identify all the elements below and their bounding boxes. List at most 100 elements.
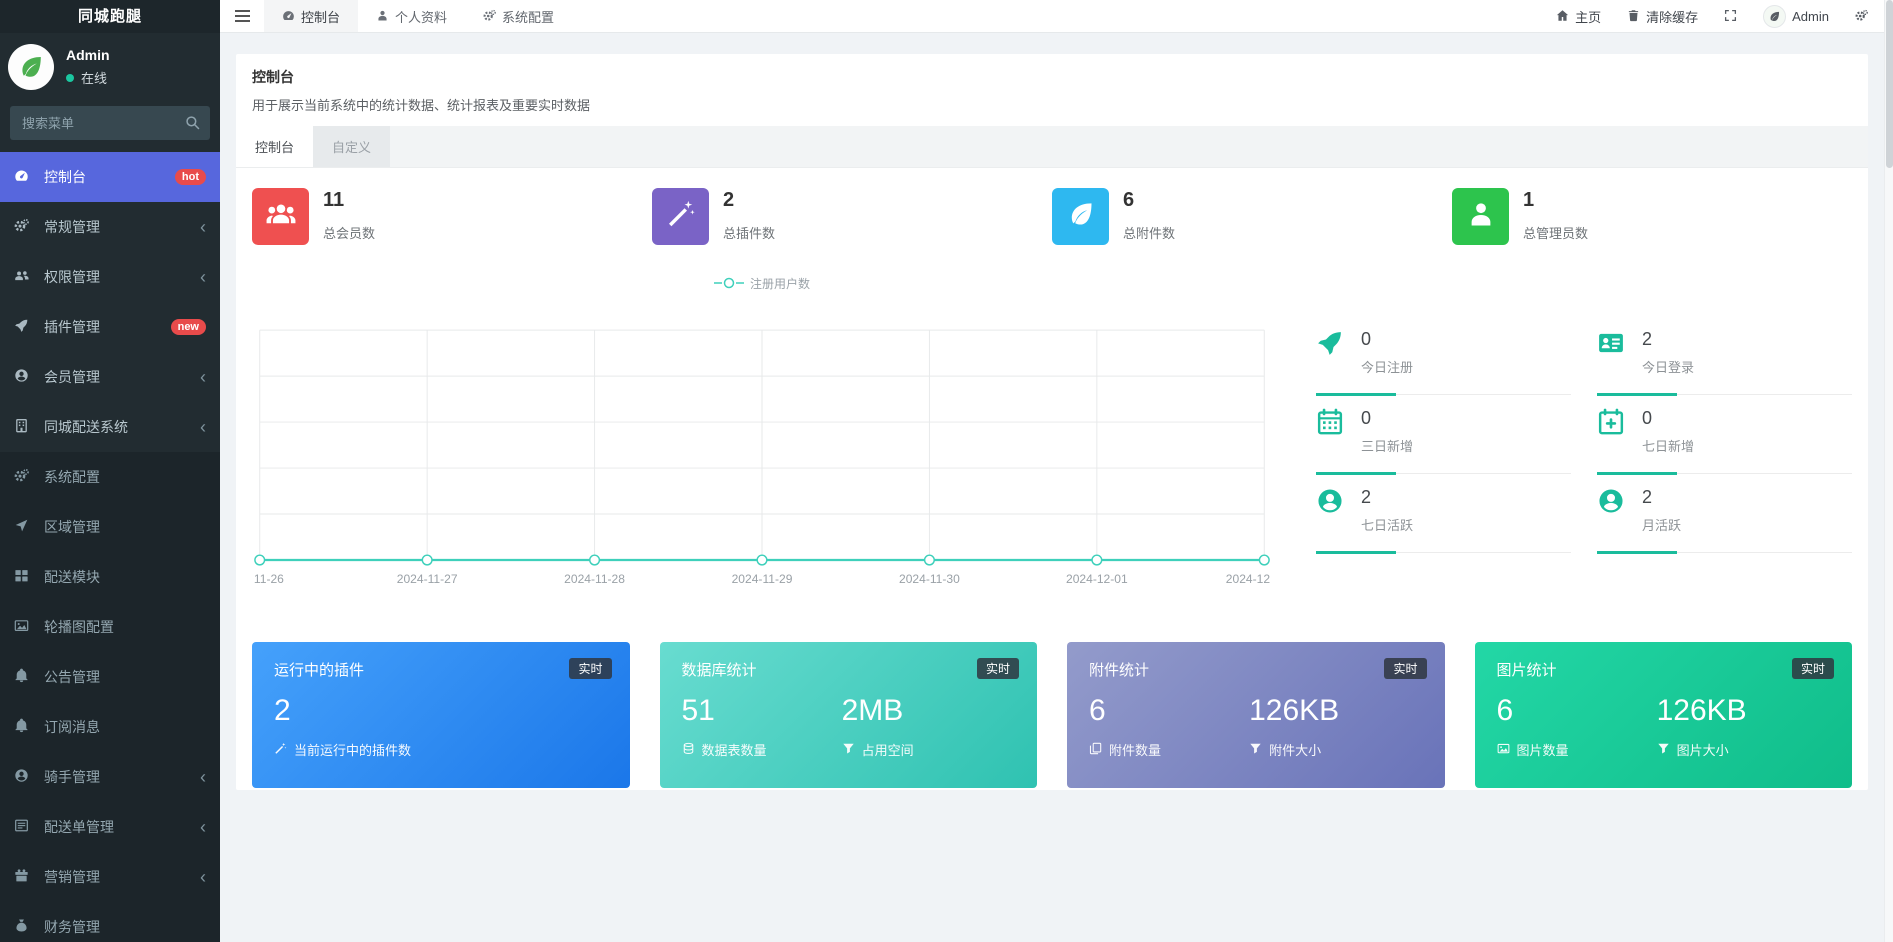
- panel-tabbar: 控制台 自定义: [236, 126, 1868, 168]
- topnav-sysconfig[interactable]: 系统配置: [465, 0, 572, 32]
- sidebar-item-10[interactable]: 公告管理: [0, 652, 220, 702]
- sidebar-item-label: 权限管理: [44, 269, 100, 285]
- mini-col-0: 0 今日注册 0 三日新增 2 七日活跃: [1316, 316, 1571, 602]
- card-footer: 当前运行中的插件数: [274, 740, 434, 759]
- sidebar-item-14[interactable]: 营销管理 ‹: [0, 852, 220, 902]
- sidebar-item-15[interactable]: 财务管理: [0, 902, 220, 942]
- sidebar-item-label: 配送模块: [44, 569, 100, 585]
- stat-icon-box: [1052, 188, 1109, 245]
- filter-icon: [1657, 742, 1670, 757]
- gears-icon: [483, 9, 496, 24]
- sidebar-item-7[interactable]: 区域管理: [0, 502, 220, 552]
- user-status: 在线: [66, 68, 110, 87]
- summary-card-0[interactable]: 运行中的插件 实时 2 当前运行中的插件数: [252, 642, 630, 788]
- grid-icon: [14, 568, 38, 585]
- mini-label: 七日活跃: [1361, 518, 1414, 533]
- bell-icon: [14, 718, 38, 735]
- chart-plot-area: 11-26 2024-11-27 2024-11-28 2024-11-29 2024-…: [252, 292, 1272, 602]
- sidebar-item-label: 系统配置: [44, 469, 100, 485]
- card-footer-label: 当前运行中的插件数: [294, 742, 412, 758]
- expand-icon: [1724, 9, 1737, 24]
- mini-value: 2: [1642, 329, 1653, 349]
- sidebar: 同城跑腿 Admin 在线 控制台 hot 常规管理 ‹ 权限管理 ‹ 插件管理 new 会员管…: [0, 0, 220, 942]
- card-footer: 占用空间: [842, 740, 1002, 759]
- sidebar-item-label: 订阅消息: [44, 719, 100, 735]
- settings-button[interactable]: [1842, 0, 1881, 32]
- topnav-profile-label: 个人资料: [395, 9, 448, 25]
- search-icon[interactable]: [185, 115, 200, 132]
- topnav-profile[interactable]: 个人资料: [358, 0, 465, 32]
- card-footer: 附件大小: [1249, 740, 1409, 759]
- sidebar-item-3[interactable]: 插件管理 new: [0, 302, 220, 352]
- user-avatar: [8, 44, 54, 90]
- card-metric: 126KB 图片大小: [1657, 694, 1817, 759]
- summary-card-3[interactable]: 图片统计 实时 6 图片数量 126KB 图片大小: [1474, 642, 1852, 788]
- sidebar-item-1[interactable]: 常规管理 ‹: [0, 202, 220, 252]
- chevron-left-icon: ‹: [200, 817, 206, 837]
- summary-card-1[interactable]: 数据库统计 实时 51 数据表数量 2MB 占用空间: [659, 642, 1037, 788]
- card-value: 6: [1089, 694, 1106, 727]
- gauge-icon: [282, 9, 295, 24]
- sidebar-item-label: 会员管理: [44, 369, 100, 385]
- mini-value: 2: [1361, 487, 1372, 507]
- sidebar-item-label: 配送单管理: [44, 819, 114, 835]
- scrollbar[interactable]: [1884, 0, 1893, 942]
- scrollbar-thumb[interactable]: [1886, 0, 1893, 168]
- sidebar-item-11[interactable]: 订阅消息: [0, 702, 220, 752]
- mini-text: 2 月活跃: [1642, 487, 1681, 552]
- topnav-sysconfig-label: 系统配置: [502, 9, 555, 25]
- sidebar-item-4[interactable]: 会员管理 ‹: [0, 352, 220, 402]
- sidebar-item-label: 同城配送系统: [44, 419, 128, 435]
- sidebar-item-2[interactable]: 权限管理 ‹: [0, 252, 220, 302]
- summary-card-2[interactable]: 附件统计 实时 6 附件数量 126KB 附件大小: [1067, 642, 1445, 788]
- stat-text: 2 总插件数: [723, 188, 775, 242]
- bell-icon: [14, 668, 38, 685]
- realtime-badge: 实时: [1384, 658, 1427, 679]
- gear-icon: [1855, 9, 1868, 24]
- stat-label: 总附件数: [1123, 226, 1176, 241]
- users-group-icon: [266, 199, 296, 233]
- home-label: 主页: [1575, 9, 1602, 25]
- stat-text: 6 总附件数: [1123, 188, 1175, 242]
- sidebar-search: [10, 106, 210, 140]
- stat-text: 11 总会员数: [323, 188, 375, 242]
- chart-legend[interactable]: 注册用户数: [252, 274, 1272, 292]
- user-circle-icon: [1316, 487, 1348, 552]
- app-logo[interactable]: 同城跑腿: [0, 0, 220, 33]
- home-button[interactable]: 主页: [1543, 0, 1614, 32]
- sidebar-item-label: 公告管理: [44, 669, 100, 685]
- building-icon: [14, 418, 38, 435]
- gears-icon: [14, 218, 38, 235]
- sidebar-item-13[interactable]: 配送单管理 ‹: [0, 802, 220, 852]
- mini-label: 今日登录: [1642, 360, 1695, 375]
- panel-tab-0[interactable]: 控制台: [236, 126, 314, 167]
- fullscreen-button[interactable]: [1711, 0, 1750, 32]
- mini-stats: 0 今日注册 0 三日新增 2 七日活跃 2 今日登录 0 七日新增 2 月活跃: [1316, 316, 1852, 602]
- chart-legend-label: 注册用户数: [749, 276, 810, 291]
- panel-header: 控制台 用于展示当前系统中的统计数据、统计报表及重要实时数据: [236, 54, 1868, 114]
- users-icon: [14, 268, 38, 285]
- gears-icon: [14, 468, 38, 485]
- sidebar-item-5[interactable]: 同城配送系统 ‹: [0, 402, 220, 452]
- sidebar-toggle-button[interactable]: [220, 0, 264, 32]
- stat-label: 总插件数: [723, 226, 776, 241]
- mini-value: 2: [1642, 487, 1653, 507]
- menu-search-input[interactable]: [10, 106, 210, 140]
- sidebar-item-8[interactable]: 配送模块: [0, 552, 220, 602]
- mini-value: 0: [1642, 408, 1653, 428]
- topnav-tab-dashboard[interactable]: 控制台: [264, 0, 359, 32]
- user-name: Admin: [66, 47, 110, 63]
- sidebar-item-12[interactable]: 骑手管理 ‹: [0, 752, 220, 802]
- trash-icon: [1627, 9, 1640, 24]
- card-footer-label: 数据表数量: [701, 742, 767, 758]
- gradient-cards-row: 运行中的插件 实时 2 当前运行中的插件数 数据库统计 实时 51 数据表数量 2MB 占用空间 附…: [252, 642, 1852, 788]
- sidebar-item-9[interactable]: 轮播图配置: [0, 602, 220, 652]
- sidebar-item-0[interactable]: 控制台 hot: [0, 152, 220, 202]
- user-menu[interactable]: Admin: [1750, 0, 1842, 32]
- clear-cache-button[interactable]: 清除缓存: [1614, 0, 1711, 32]
- middle-row: 注册用户数 11-26 2024-11-27 2024-11-28 2024-11-2…: [252, 274, 1852, 602]
- panel-tab-1[interactable]: 自定义: [313, 126, 391, 167]
- registered-users-chart[interactable]: 注册用户数 11-26 2024-11-27 2024-11-28 2024-11-2…: [252, 274, 1272, 602]
- filter-icon: [842, 742, 855, 757]
- sidebar-item-6[interactable]: 系统配置: [0, 452, 220, 502]
